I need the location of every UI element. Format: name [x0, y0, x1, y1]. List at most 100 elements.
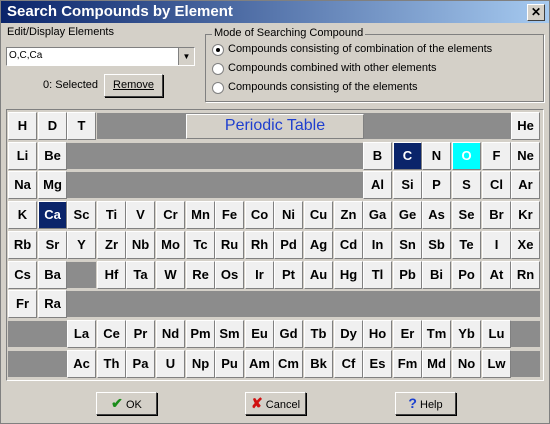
element-button-w[interactable]: W [156, 261, 185, 289]
element-button-ac[interactable]: Ac [67, 350, 96, 378]
element-button-mn[interactable]: Mn [186, 201, 215, 229]
ok-button[interactable]: ✔ OK [96, 392, 157, 415]
element-button-no[interactable]: No [452, 350, 481, 378]
element-button-pt[interactable]: Pt [274, 261, 303, 289]
element-button-tm[interactable]: Tm [422, 320, 451, 348]
element-button-pb[interactable]: Pb [393, 261, 422, 289]
element-button-co[interactable]: Co [245, 201, 274, 229]
element-button-hg[interactable]: Hg [334, 261, 363, 289]
element-button-es[interactable]: Es [363, 350, 392, 378]
cancel-button[interactable]: ✘ Cancel [245, 392, 306, 415]
element-button-k[interactable]: K [8, 201, 37, 229]
search-mode-option-label-0[interactable]: Compounds consisting of combination of t… [228, 43, 492, 55]
element-button-d[interactable]: D [38, 112, 67, 140]
element-button-cm[interactable]: Cm [274, 350, 303, 378]
element-button-sc[interactable]: Sc [67, 201, 96, 229]
element-button-in[interactable]: In [363, 231, 392, 259]
element-button-pr[interactable]: Pr [126, 320, 155, 348]
element-button-lu[interactable]: Lu [482, 320, 511, 348]
element-button-cu[interactable]: Cu [304, 201, 333, 229]
element-button-hf[interactable]: Hf [97, 261, 126, 289]
element-button-md[interactable]: Md [422, 350, 451, 378]
dropdown-arrow-icon[interactable]: ▼ [178, 48, 194, 65]
element-button-na[interactable]: Na [8, 171, 37, 199]
element-button-ce[interactable]: Ce [97, 320, 126, 348]
element-button-al[interactable]: Al [363, 171, 392, 199]
element-button-br[interactable]: Br [482, 201, 511, 229]
element-button-fe[interactable]: Fe [215, 201, 244, 229]
element-button-rb[interactable]: Rb [8, 231, 37, 259]
element-button-er[interactable]: Er [393, 320, 422, 348]
elements-combobox[interactable]: O,C,Ca ▼ [6, 47, 195, 66]
element-button-tc[interactable]: Tc [186, 231, 215, 259]
element-button-ti[interactable]: Ti [97, 201, 126, 229]
element-button-po[interactable]: Po [452, 261, 481, 289]
element-button-ho[interactable]: Ho [363, 320, 392, 348]
element-button-nb[interactable]: Nb [126, 231, 155, 259]
element-button-pd[interactable]: Pd [274, 231, 303, 259]
element-button-sn[interactable]: Sn [393, 231, 422, 259]
element-button-dy[interactable]: Dy [334, 320, 363, 348]
element-button-he[interactable]: He [511, 112, 540, 140]
element-button-u[interactable]: U [156, 350, 185, 378]
element-button-o[interactable]: O [452, 142, 481, 170]
close-button[interactable]: ✕ [527, 4, 545, 21]
element-button-sb[interactable]: Sb [422, 231, 451, 259]
element-button-pa[interactable]: Pa [126, 350, 155, 378]
element-button-cd[interactable]: Cd [334, 231, 363, 259]
element-button-p[interactable]: P [422, 171, 451, 199]
element-button-bi[interactable]: Bi [422, 261, 451, 289]
element-button-xe[interactable]: Xe [511, 231, 540, 259]
element-button-mo[interactable]: Mo [156, 231, 185, 259]
element-button-c[interactable]: C [393, 142, 422, 170]
element-button-ir[interactable]: Ir [245, 261, 274, 289]
element-button-cl[interactable]: Cl [482, 171, 511, 199]
element-button-f[interactable]: F [482, 142, 511, 170]
element-button-n[interactable]: N [422, 142, 451, 170]
element-button-cr[interactable]: Cr [156, 201, 185, 229]
element-button-mg[interactable]: Mg [38, 171, 67, 199]
element-button-be[interactable]: Be [38, 142, 67, 170]
element-button-ge[interactable]: Ge [393, 201, 422, 229]
element-button-ba[interactable]: Ba [38, 261, 67, 289]
element-button-lw[interactable]: Lw [482, 350, 511, 378]
element-button-se[interactable]: Se [452, 201, 481, 229]
element-button-b[interactable]: B [363, 142, 392, 170]
element-button-ne[interactable]: Ne [511, 142, 540, 170]
element-button-fr[interactable]: Fr [8, 290, 37, 318]
element-button-zr[interactable]: Zr [97, 231, 126, 259]
element-button-zn[interactable]: Zn [334, 201, 363, 229]
element-button-h[interactable]: H [8, 112, 37, 140]
element-button-si[interactable]: Si [393, 171, 422, 199]
element-button-ta[interactable]: Ta [126, 261, 155, 289]
search-mode-option-label-2[interactable]: Compounds consisting of the elements [228, 81, 418, 93]
element-button-re[interactable]: Re [186, 261, 215, 289]
element-button-yb[interactable]: Yb [452, 320, 481, 348]
element-button-ru[interactable]: Ru [215, 231, 244, 259]
element-button-pm[interactable]: Pm [186, 320, 215, 348]
search-mode-radio-0[interactable] [212, 44, 224, 56]
element-button-te[interactable]: Te [452, 231, 481, 259]
element-button-gd[interactable]: Gd [274, 320, 303, 348]
element-button-cf[interactable]: Cf [334, 350, 363, 378]
element-button-la[interactable]: La [67, 320, 96, 348]
element-button-am[interactable]: Am [245, 350, 274, 378]
element-button-ra[interactable]: Ra [38, 290, 67, 318]
element-button-li[interactable]: Li [8, 142, 37, 170]
element-button-bk[interactable]: Bk [304, 350, 333, 378]
element-button-pu[interactable]: Pu [215, 350, 244, 378]
search-mode-radio-2[interactable] [212, 82, 224, 94]
element-button-kr[interactable]: Kr [511, 201, 540, 229]
element-button-tl[interactable]: Tl [363, 261, 392, 289]
element-button-fm[interactable]: Fm [393, 350, 422, 378]
element-button-ca[interactable]: Ca [38, 201, 67, 229]
element-button-ni[interactable]: Ni [274, 201, 303, 229]
title-bar[interactable]: Search Compounds by Element ✕ [1, 1, 549, 23]
element-button-os[interactable]: Os [215, 261, 244, 289]
element-button-rh[interactable]: Rh [245, 231, 274, 259]
element-button-th[interactable]: Th [97, 350, 126, 378]
element-button-nd[interactable]: Nd [156, 320, 185, 348]
help-button[interactable]: ? Help [395, 392, 456, 415]
element-button-rn[interactable]: Rn [511, 261, 540, 289]
element-button-au[interactable]: Au [304, 261, 333, 289]
